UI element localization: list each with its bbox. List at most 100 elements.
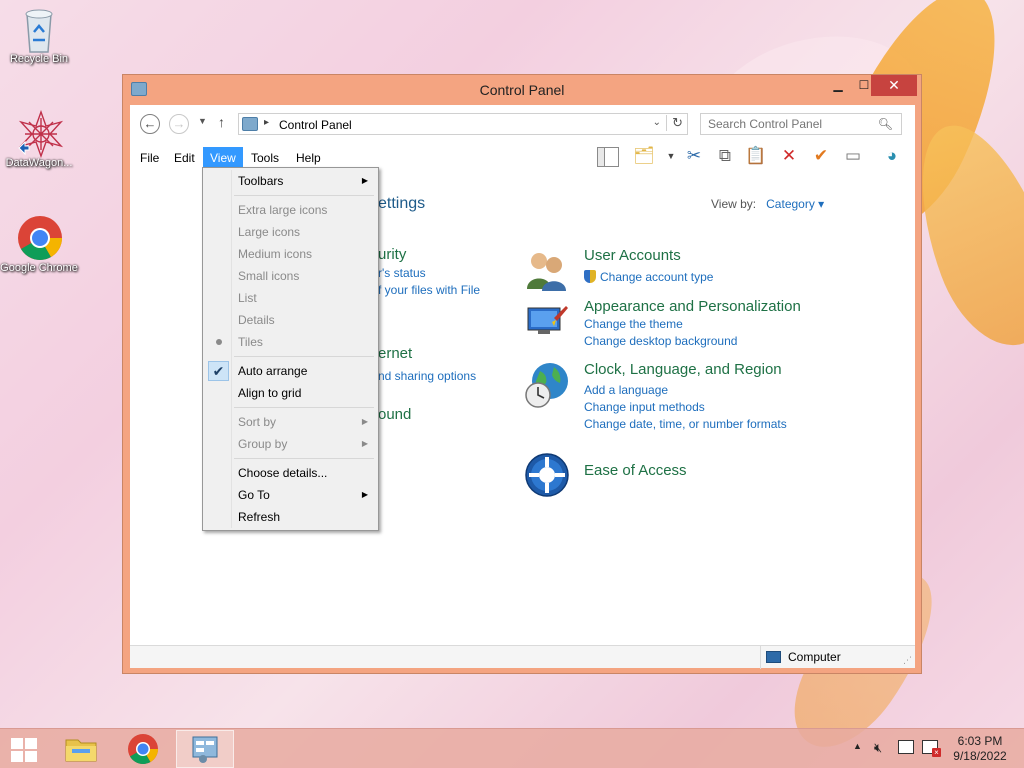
resize-grip-icon[interactable]: ⋰ bbox=[903, 655, 912, 666]
menu-tools[interactable]: Tools bbox=[244, 147, 286, 169]
chrome-icon bbox=[128, 734, 158, 765]
forward-button[interactable]: → bbox=[169, 114, 189, 134]
appearance-icon[interactable] bbox=[524, 298, 570, 344]
shield-icon bbox=[584, 270, 596, 283]
menu-item-label: Auto arrange bbox=[238, 364, 308, 378]
chrome-icon bbox=[17, 215, 62, 260]
address-bar[interactable]: ▸ Control Panel ⌄ ↻ bbox=[238, 113, 688, 135]
radio-bullet-icon bbox=[216, 339, 222, 345]
copy-icon[interactable]: ⧉ bbox=[714, 145, 736, 167]
link-sharing-options[interactable]: nd sharing options bbox=[378, 369, 476, 383]
category-heading[interactable]: User Accounts bbox=[584, 247, 681, 264]
menu-item-small-icons[interactable]: Small icons bbox=[205, 265, 376, 287]
address-dropdown-icon[interactable]: ⌄ bbox=[653, 117, 661, 128]
layout-pane-icon[interactable] bbox=[597, 147, 619, 167]
link-file-history[interactable]: f your files with File bbox=[378, 283, 480, 297]
properties-icon[interactable]: ✔ bbox=[810, 145, 832, 167]
link-change-desktop-background[interactable]: Change desktop background bbox=[584, 334, 737, 348]
preview-pane-icon[interactable]: ▭ bbox=[842, 145, 864, 167]
folder-options-dropdown-icon[interactable]: ▼ bbox=[660, 145, 682, 167]
menu-item-group-by[interactable]: Group by ▶ bbox=[205, 433, 376, 455]
desktop-icon-google-chrome[interactable]: Google Chrome bbox=[0, 215, 78, 275]
menu-item-label: Tiles bbox=[238, 335, 263, 349]
menu-item-label: Go To bbox=[238, 488, 270, 502]
recent-pages-dropdown[interactable]: ▼ bbox=[198, 116, 207, 126]
search-icon[interactable]: 🔍︎ bbox=[878, 117, 893, 131]
menu-item-choose-details[interactable]: Choose details... bbox=[205, 462, 376, 484]
taskbar-control-panel[interactable] bbox=[176, 730, 234, 768]
menu-item-auto-arrange[interactable]: ✔ Auto arrange bbox=[205, 360, 376, 382]
action-center-icon[interactable] bbox=[898, 740, 914, 754]
desktop-icon-recycle-bin[interactable]: Recycle Bin bbox=[0, 6, 78, 66]
computer-icon bbox=[766, 651, 781, 663]
desktop-icon-datawagon[interactable]: DataWagon... bbox=[0, 109, 78, 170]
ease-of-access-icon[interactable] bbox=[524, 452, 570, 498]
network-error-icon[interactable]: × bbox=[922, 740, 941, 757]
menu-item-large-icons[interactable]: Large icons bbox=[205, 221, 376, 243]
category-heading[interactable]: Clock, Language, and Region bbox=[584, 361, 782, 378]
menu-item-details[interactable]: Details bbox=[205, 309, 376, 331]
view-by-dropdown[interactable]: Category ▾ bbox=[766, 197, 824, 211]
address-path[interactable]: Control Panel bbox=[279, 118, 352, 132]
link-text[interactable]: Change account type bbox=[600, 270, 713, 284]
menu-item-toolbars[interactable]: Toolbars ▶ bbox=[205, 170, 376, 192]
folder-options-icon[interactable]: 🗂 bbox=[633, 145, 655, 167]
link-review-status[interactable]: r's status bbox=[378, 266, 426, 280]
menu-item-list[interactable]: List bbox=[205, 287, 376, 309]
view-menu-dropdown: Toolbars ▶ Extra large icons Large icons… bbox=[202, 167, 379, 531]
show-hidden-icons-icon[interactable]: ▲ bbox=[853, 741, 862, 751]
category-heading[interactable]: Ease of Access bbox=[584, 462, 687, 479]
back-button[interactable]: ← bbox=[140, 114, 160, 134]
delete-icon[interactable]: ✕ bbox=[778, 145, 800, 167]
menu-edit[interactable]: Edit bbox=[167, 147, 202, 169]
menu-item-go-to[interactable]: Go To ▶ bbox=[205, 484, 376, 506]
link-add-language[interactable]: Add a language bbox=[584, 383, 668, 397]
clock-date: 9/18/2022 bbox=[953, 749, 1007, 763]
breadcrumb-chevron-icon[interactable]: ▸ bbox=[264, 117, 269, 128]
menu-item-label: Sort by bbox=[238, 415, 277, 429]
taskbar-file-explorer[interactable] bbox=[52, 730, 110, 768]
menu-separator bbox=[234, 356, 374, 357]
view-by-value[interactable]: Category bbox=[766, 197, 815, 211]
taskbar-clock[interactable]: 6:03 PM 9/18/2022 bbox=[940, 734, 1020, 764]
page-heading-partial: ettings bbox=[378, 195, 426, 212]
close-button[interactable]: ✕ bbox=[871, 75, 917, 96]
menu-item-refresh[interactable]: Refresh bbox=[205, 506, 376, 528]
submenu-arrow-icon: ▶ bbox=[361, 439, 368, 448]
clock-globe-icon[interactable] bbox=[524, 361, 570, 408]
search-box[interactable]: 🔍︎ bbox=[700, 113, 902, 135]
title-bar[interactable]: Control Panel ▁ ☐ ✕ bbox=[123, 75, 921, 105]
menu-file[interactable]: File bbox=[133, 147, 166, 169]
menu-item-align-to-grid[interactable]: Align to grid bbox=[205, 382, 376, 404]
desktop-icon-label: DataWagon... bbox=[5, 157, 73, 169]
menu-item-medium-icons[interactable]: Medium icons bbox=[205, 243, 376, 265]
menu-item-sort-by[interactable]: Sort by ▶ bbox=[205, 411, 376, 433]
taskbar-chrome[interactable] bbox=[114, 730, 172, 768]
category-heading-security[interactable]: urity bbox=[378, 246, 406, 263]
menu-view[interactable]: View bbox=[203, 147, 243, 169]
link-change-account-type[interactable]: Change account type bbox=[584, 270, 713, 284]
status-bar: Computer ⋰ bbox=[130, 645, 915, 669]
start-button[interactable] bbox=[11, 738, 38, 762]
link-change-input-methods[interactable]: Change input methods bbox=[584, 400, 705, 414]
link-change-date-time-formats[interactable]: Change date, time, or number formats bbox=[584, 417, 787, 431]
refresh-button[interactable]: ↻ bbox=[666, 115, 683, 131]
internet-options-icon[interactable]: ◕ bbox=[881, 145, 903, 167]
search-input[interactable] bbox=[701, 114, 871, 134]
volume-muted-icon[interactable]: 🔇︎ bbox=[874, 740, 882, 756]
menu-item-tiles[interactable]: Tiles bbox=[205, 331, 376, 353]
up-button[interactable]: ↑ bbox=[218, 114, 225, 130]
minimize-button[interactable]: ▁ bbox=[825, 75, 851, 96]
clock-time: 6:03 PM bbox=[957, 734, 1003, 748]
taskbar: ▲ 🔇︎ × 6:03 PM 9/18/2022 bbox=[0, 728, 1024, 768]
menu-item-extra-large-icons[interactable]: Extra large icons bbox=[205, 199, 376, 221]
users-icon[interactable] bbox=[524, 247, 570, 293]
menu-help[interactable]: Help bbox=[289, 147, 328, 169]
category-heading[interactable]: Appearance and Personalization bbox=[584, 298, 801, 315]
category-heading-network[interactable]: ernet bbox=[378, 345, 412, 362]
category-heading-hardware-sound[interactable]: ound bbox=[378, 406, 411, 423]
link-change-theme[interactable]: Change the theme bbox=[584, 317, 683, 331]
paste-icon[interactable]: 📋 bbox=[745, 145, 767, 167]
menu-separator bbox=[234, 458, 374, 459]
cut-icon[interactable]: ✂ bbox=[683, 145, 705, 167]
